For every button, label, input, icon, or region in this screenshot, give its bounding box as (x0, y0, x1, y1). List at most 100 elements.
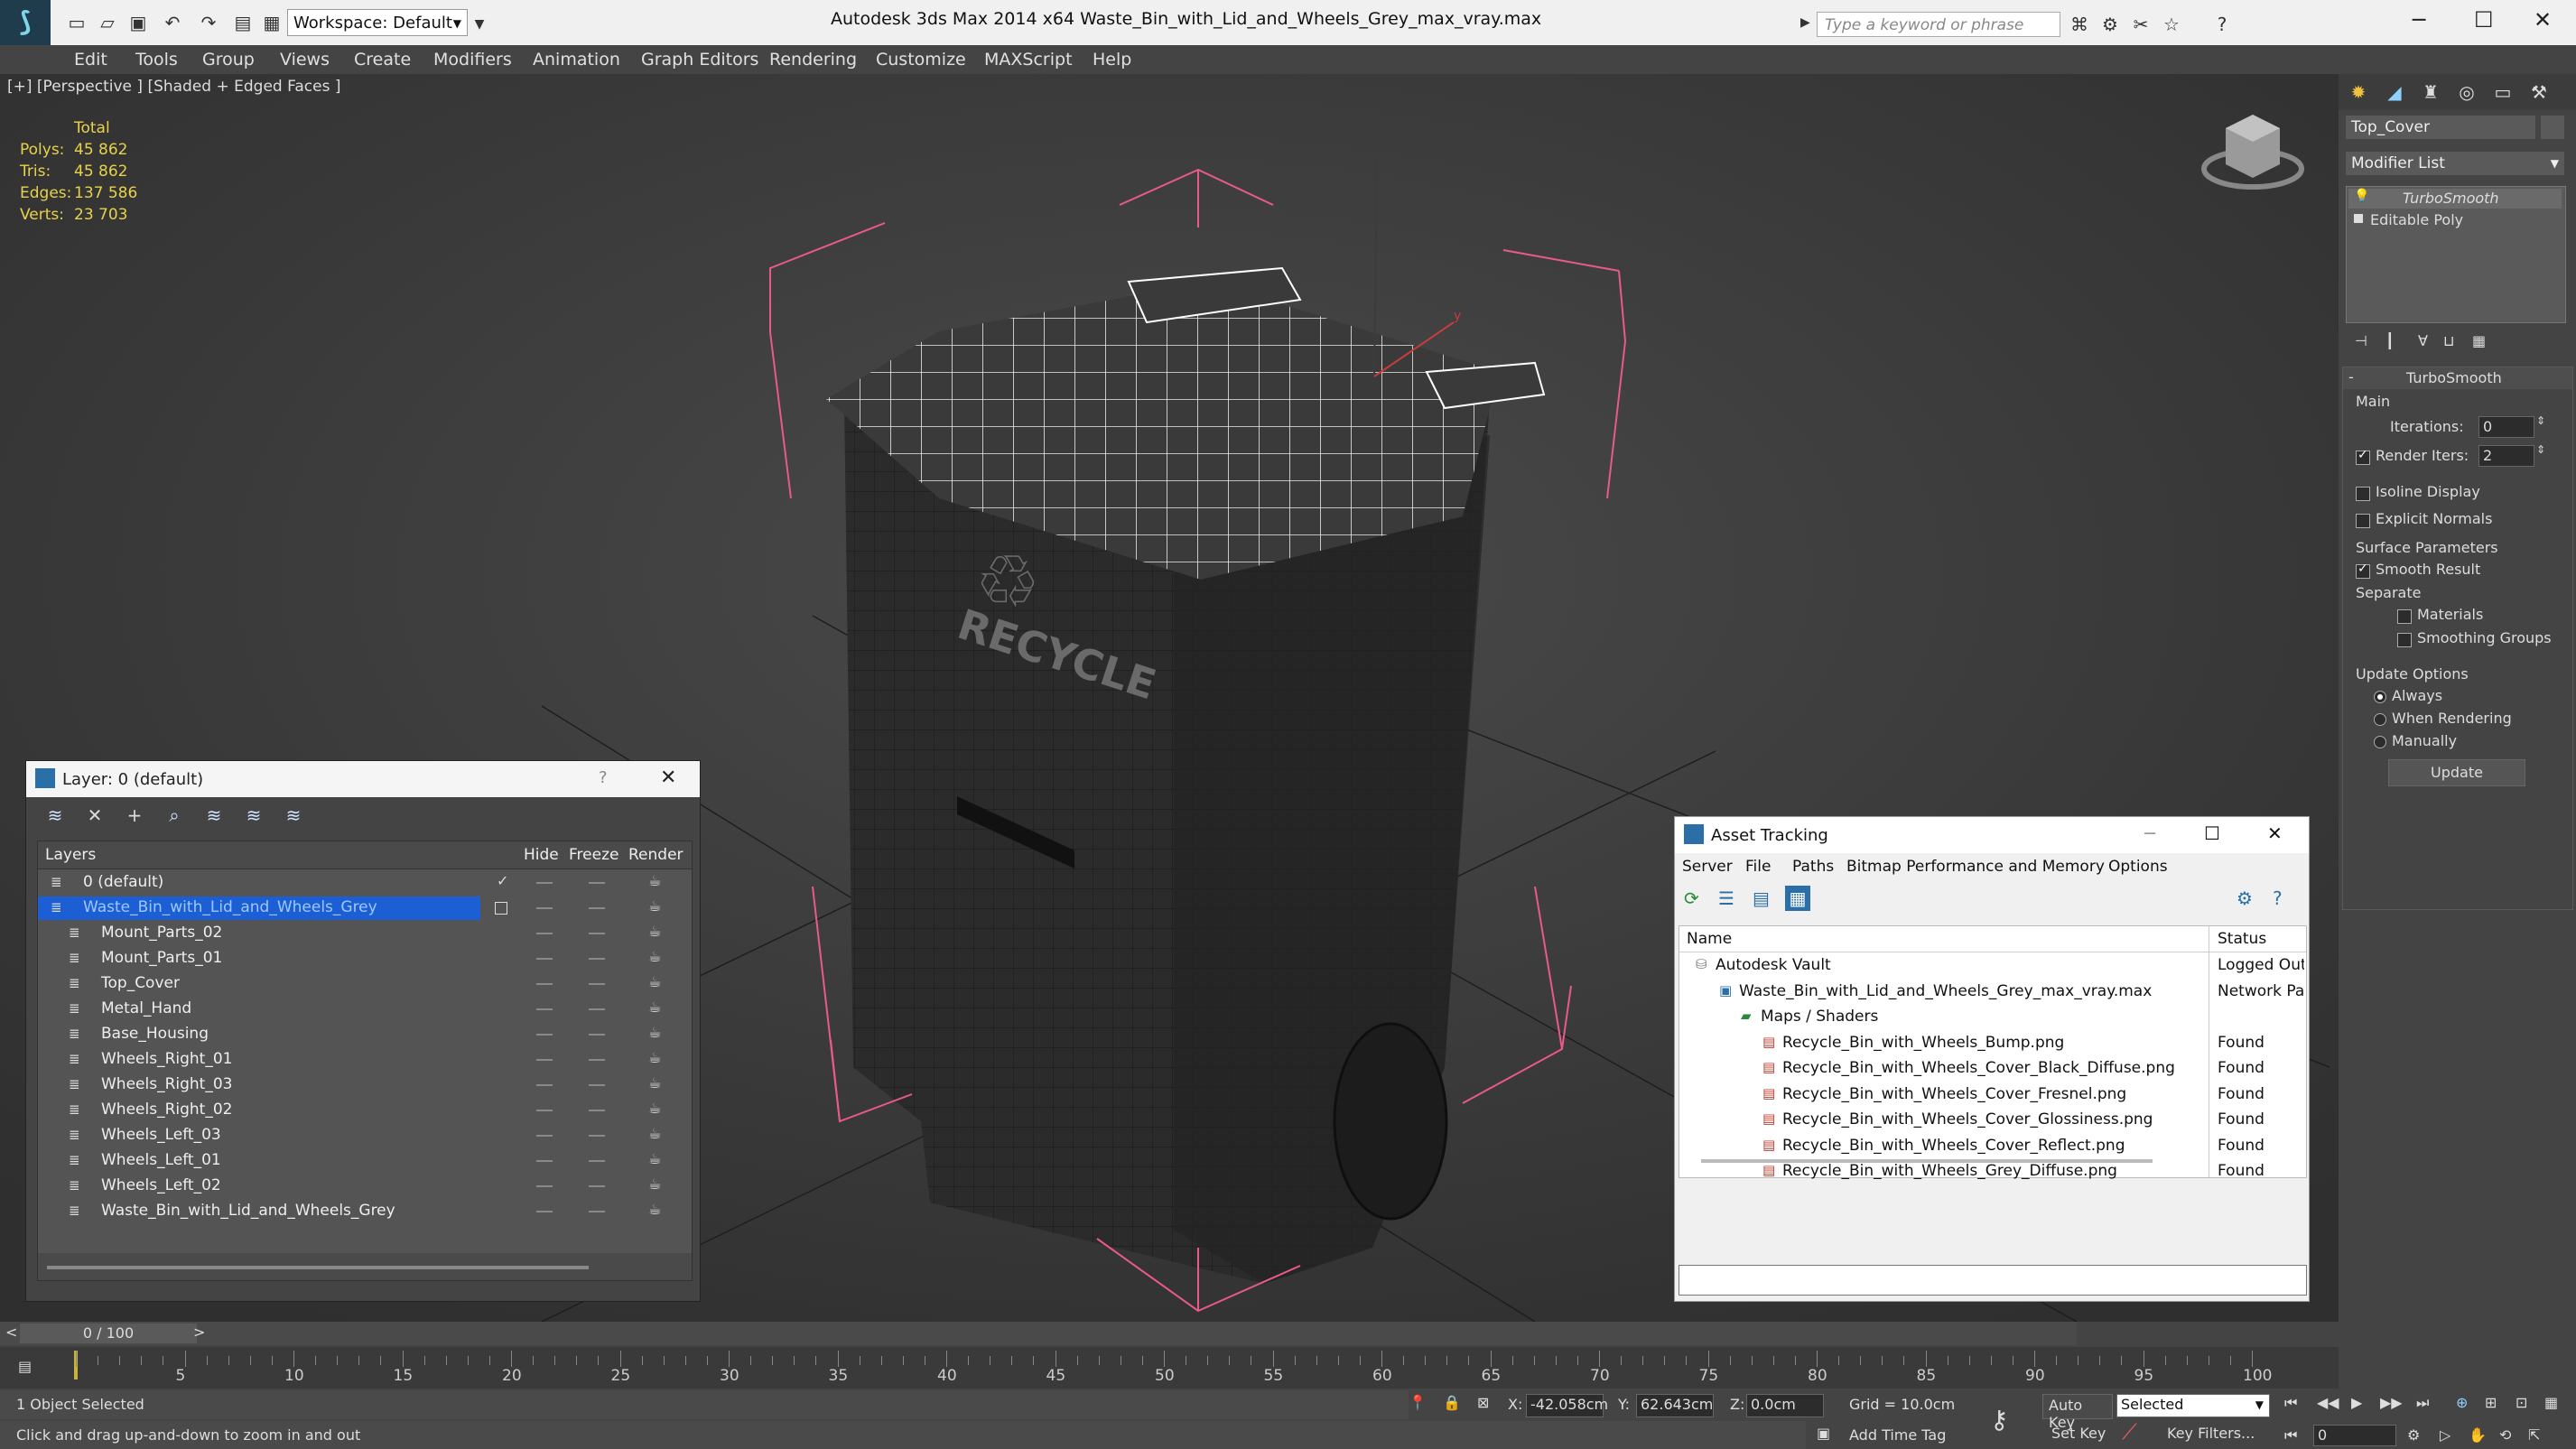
freeze-all-icon[interactable]: ≋ (281, 803, 306, 828)
next-frame-icon[interactable]: ▶▶ (2380, 1394, 2403, 1411)
spinner-arrows-icon[interactable]: ⇕ (2536, 443, 2545, 456)
minimize-icon[interactable]: ─ (2413, 7, 2425, 33)
layer-row[interactable]: ≣ Base_Housing ☕ (38, 1022, 692, 1047)
render-teapot-icon[interactable]: ☕ (648, 948, 661, 965)
time-tag-icon[interactable]: ▣ (1817, 1425, 1830, 1442)
configure-sets-icon[interactable]: ▦ (2472, 332, 2486, 349)
asset-row[interactable]: ▤ Recycle_Bin_with_Wheels_Cover_Glossines… (1679, 1108, 2306, 1133)
current-layer-box-icon[interactable] (495, 902, 507, 915)
hide-toggle[interactable] (536, 1185, 553, 1187)
scroll-thumb[interactable] (47, 1266, 589, 1269)
set-project-icon[interactable]: ▦ (260, 11, 284, 34)
layer-row[interactable]: ≣ Mount_Parts_01 ☕ (38, 946, 692, 971)
render-teapot-icon[interactable]: ☕ (648, 1175, 661, 1193)
stack-item-editable-poly[interactable]: Editable Poly (2348, 210, 2562, 230)
materials-checkbox[interactable] (2397, 609, 2412, 624)
thumbnail-view-icon[interactable]: ▤ (1753, 887, 1770, 909)
layer-row[interactable]: ≣ Wheels_Right_01 ☕ (38, 1047, 692, 1073)
collapse-icon[interactable]: - (2348, 368, 2354, 385)
layer-row[interactable]: ≣ Top_Cover ☕ (38, 971, 692, 997)
asset-scrollbar[interactable] (1701, 1159, 2153, 1163)
freeze-toggle[interactable] (589, 1211, 605, 1212)
modify-tab-icon[interactable]: ◢ (2382, 79, 2407, 105)
hide-toggle[interactable] (536, 1059, 553, 1061)
save-file-icon[interactable]: ▣ (126, 11, 150, 34)
time-slider[interactable]: < 0 / 100 > (0, 1322, 2077, 1345)
asset-menu-options[interactable]: Options (2108, 858, 2168, 876)
column-hide[interactable]: Hide (524, 846, 559, 864)
time-config-icon[interactable]: ⚙ (2407, 1426, 2420, 1444)
menu-help[interactable]: Help (1093, 50, 1131, 70)
utilities-tab-icon[interactable]: ⚒ (2526, 79, 2552, 105)
absolute-mode-icon[interactable]: ⊠ (1477, 1394, 1489, 1411)
close-icon[interactable]: ✕ (2534, 7, 2552, 33)
render-teapot-icon[interactable]: ☕ (648, 1100, 661, 1117)
manually-radio[interactable] (2374, 736, 2386, 748)
render-iters-checkbox[interactable] (2356, 448, 2370, 465)
favorites-icon[interactable]: ☆ (2160, 13, 2183, 36)
render-iters-spinner[interactable]: 2 (2478, 445, 2534, 467)
freeze-toggle[interactable] (589, 882, 605, 884)
next-frame-icon[interactable]: > (193, 1324, 205, 1341)
layer-row[interactable]: ≣ Wheels_Right_03 ☕ (38, 1073, 692, 1098)
subscription-icon[interactable]: ⚙ (2098, 13, 2122, 36)
binoculars-icon[interactable]: ⌘ (2068, 13, 2091, 36)
freeze-toggle[interactable] (589, 958, 605, 960)
menu-edit[interactable]: Edit (74, 50, 107, 70)
help-icon[interactable]: ? (2273, 887, 2283, 909)
zoom-all-icon[interactable]: ⊞ (2485, 1394, 2497, 1411)
key-icon[interactable]: ⟋ (2122, 1419, 2137, 1444)
hide-toggle[interactable] (536, 1034, 553, 1036)
motion-tab-icon[interactable]: ◎ (2454, 79, 2479, 105)
render-teapot-icon[interactable]: ☕ (648, 923, 661, 940)
highlight-layer-icon[interactable]: ≋ (201, 803, 227, 828)
freeze-toggle[interactable] (589, 1059, 605, 1061)
isolate-icon[interactable]: 📍 (1409, 1394, 1427, 1411)
hide-toggle[interactable] (536, 1135, 553, 1137)
layer-row[interactable]: ≣ Metal_Hand ☕ (38, 997, 692, 1022)
help-icon[interactable]: ? (599, 768, 608, 787)
column-layers[interactable]: Layers (45, 846, 96, 864)
hide-toggle[interactable] (536, 1160, 553, 1162)
asset-row[interactable]: ▤ Recycle_Bin_with_Wheels_Bump.png Found (1679, 1031, 2306, 1056)
rollout-header[interactable]: - TurboSmooth (2343, 367, 2572, 389)
hide-toggle[interactable] (536, 907, 553, 909)
render-teapot-icon[interactable]: ☕ (648, 897, 661, 915)
when-rendering-radio[interactable] (2374, 713, 2386, 726)
waste-bin-model[interactable]: RECYCLE ♲ (826, 266, 1546, 1284)
maximize-icon[interactable]: ☐ (2474, 7, 2494, 33)
x-coordinate-field[interactable]: -42.058cm (1526, 1394, 1608, 1417)
lock-icon[interactable]: 🔒 (1443, 1394, 1461, 1411)
help-icon[interactable]: ? (2210, 13, 2234, 36)
undo-icon[interactable]: ↶ (161, 11, 184, 34)
asset-row[interactable]: ▰ Maps / Shaders (1679, 1005, 2306, 1030)
layer-row[interactable]: ≣ Wheels_Left_02 ☕ (38, 1174, 692, 1199)
viewport-label[interactable]: [+] [Perspective ] [Shaded + Edged Faces… (7, 78, 340, 96)
delete-layer-icon[interactable]: ✕ (82, 803, 107, 828)
menu-group[interactable]: Group (202, 50, 255, 70)
set-key-button[interactable]: Set Key (2042, 1421, 2111, 1446)
freeze-toggle[interactable] (589, 983, 605, 985)
layer-scrollbar[interactable] (38, 1253, 692, 1280)
go-to-start-icon[interactable]: ⏮ (2284, 1394, 2297, 1412)
render-teapot-icon[interactable]: ☕ (648, 1150, 661, 1167)
menu-modifiers[interactable]: Modifiers (433, 50, 512, 70)
app-logo-icon[interactable]: ⟆ (0, 0, 51, 45)
key-mode-toggle-icon[interactable]: ⏮ (2284, 1426, 2297, 1444)
render-teapot-icon[interactable]: ☕ (648, 1049, 661, 1066)
auto-key-button[interactable]: Auto Key (2042, 1394, 2113, 1431)
asset-row[interactable]: ▤ Recycle_Bin_with_Wheels_Cover_Fresnel.p… (1679, 1082, 2306, 1108)
layer-row[interactable]: ≣ Waste_Bin_with_Lid_and_Wheels_Grey ☕ (38, 896, 692, 921)
previous-frame-icon[interactable]: ◀◀ (2317, 1394, 2339, 1411)
close-icon[interactable]: ✕ (660, 766, 676, 789)
hide-toggle[interactable] (536, 882, 553, 884)
menu-views[interactable]: Views (280, 50, 330, 70)
zoom-extents-all-icon[interactable]: ▦ (2544, 1394, 2558, 1411)
hide-toggle[interactable] (536, 1008, 553, 1010)
freeze-toggle[interactable] (589, 1008, 605, 1010)
asset-menu-bitmap-performance[interactable]: Bitmap Performance and Memory (1846, 858, 2105, 876)
redo-icon[interactable]: ↷ (197, 11, 220, 34)
show-end-result-icon[interactable]: ┃ (2385, 332, 2395, 349)
time-slider-thumb[interactable]: 0 / 100 (20, 1324, 197, 1343)
asset-row[interactable]: ⛁ Autodesk Vault Logged Out (1679, 953, 2306, 979)
